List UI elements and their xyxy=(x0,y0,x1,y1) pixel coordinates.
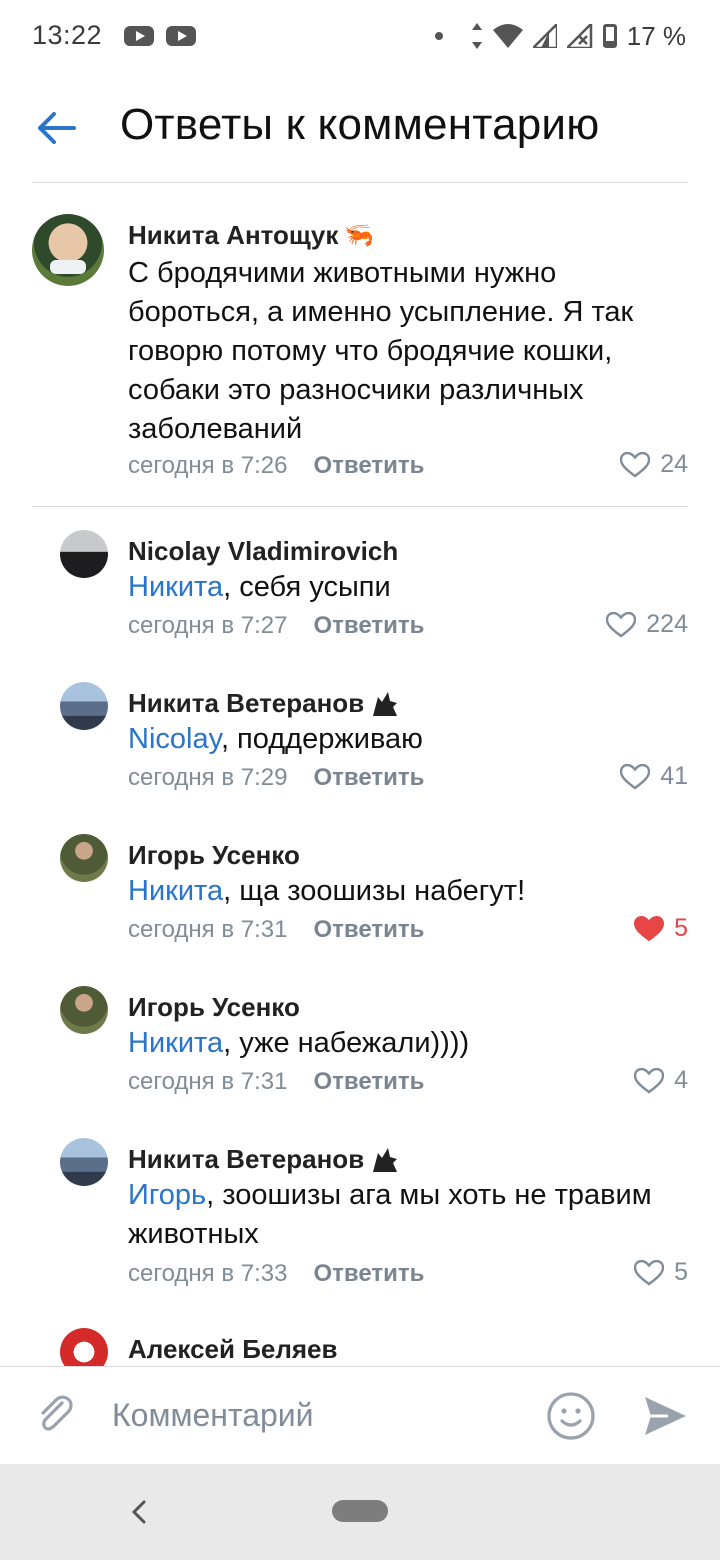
youtube-notification-icon xyxy=(124,26,154,46)
reply-button[interactable]: Ответить xyxy=(313,1068,424,1096)
chevron-left-icon xyxy=(131,1500,146,1524)
like-count: 24 xyxy=(660,450,688,478)
comment-author[interactable]: Никита Ветеранов xyxy=(128,688,400,719)
avatar[interactable] xyxy=(60,986,108,1034)
comment-time: сегодня в 7:31 xyxy=(128,916,288,943)
comment-meta: сегодня в 7:27 Ответить xyxy=(128,612,424,640)
comment-text: С бродячими животными нужно бороться, а … xyxy=(128,257,634,445)
heart-icon xyxy=(634,1067,665,1093)
youtube-notification-icon xyxy=(166,26,196,46)
comment-text: Никита, уже набежали)))) xyxy=(128,1027,470,1059)
wolf-emoji-icon xyxy=(373,1147,398,1172)
battery-icon xyxy=(602,24,617,48)
comment-author-name[interactable]: Алексей Беляев xyxy=(128,1334,338,1365)
avatar[interactable] xyxy=(60,530,108,578)
comment-author-name: Никита Ветеранов xyxy=(128,688,365,718)
comment-input[interactable] xyxy=(112,1389,512,1441)
mention-link[interactable]: Игорь xyxy=(128,1179,206,1211)
avatar[interactable] xyxy=(60,682,108,730)
like-button[interactable]: 5 xyxy=(634,1258,688,1287)
page-title: Ответы к комментарию xyxy=(120,100,600,149)
comment-author-name[interactable]: Игорь Усенко xyxy=(128,992,300,1023)
mention-link[interactable]: Никита xyxy=(128,1027,223,1059)
mention-link[interactable]: Никита xyxy=(128,875,223,907)
system-nav-bar xyxy=(0,1464,720,1560)
comment-text: Игорь, зоошизы ага мы хоть не травим жив… xyxy=(128,1179,652,1250)
heart-icon xyxy=(634,1259,665,1285)
comment-text: Никита, ща зоошизы набегут! xyxy=(128,875,526,907)
like-count: 224 xyxy=(646,610,688,638)
reply-button[interactable]: Ответить xyxy=(313,612,424,640)
divider xyxy=(32,506,688,507)
like-button[interactable]: 5 xyxy=(634,914,688,943)
like-button[interactable]: 4 xyxy=(634,1066,688,1095)
heart-icon xyxy=(606,611,637,637)
divider xyxy=(32,182,688,183)
back-arrow-icon xyxy=(38,112,76,144)
comment-time: сегодня в 7:29 xyxy=(128,764,288,791)
system-home-button[interactable] xyxy=(332,1500,388,1522)
like-count: 41 xyxy=(660,762,688,790)
reply-button[interactable]: Ответить xyxy=(313,452,424,480)
status-bar: 13:22 17 % xyxy=(0,0,720,72)
reply-button[interactable]: Ответить xyxy=(313,1260,424,1288)
send-icon xyxy=(645,1397,686,1435)
data-arrows-icon xyxy=(471,23,482,49)
like-button[interactable]: 41 xyxy=(620,762,688,791)
comment-author-name[interactable]: Игорь Усенко xyxy=(128,840,300,871)
reply-comment: Алексей Беляев xyxy=(0,1328,720,1366)
status-time: 13:22 xyxy=(32,20,103,50)
avatar[interactable] xyxy=(60,1328,108,1366)
comment-author[interactable]: Никита Ветеранов xyxy=(128,1144,400,1175)
heart-filled-icon xyxy=(634,915,665,941)
battery-percent: 17 % xyxy=(626,20,686,51)
comment-author-name: Никита Антощук xyxy=(128,220,339,250)
avatar[interactable] xyxy=(60,1138,108,1186)
signal-no-service-icon xyxy=(566,24,592,48)
comment-time: сегодня в 7:26 xyxy=(128,452,288,479)
mention-link[interactable]: Nicolay xyxy=(128,723,221,755)
comment-meta: сегодня в 7:31 Ответить xyxy=(128,1068,424,1096)
like-count: 4 xyxy=(674,1066,688,1094)
comment-meta: сегодня в 7:31 Ответить xyxy=(128,916,424,944)
comment-time: сегодня в 7:27 xyxy=(128,612,288,639)
heart-icon xyxy=(620,763,651,789)
avatar[interactable] xyxy=(32,214,104,286)
attach-button[interactable] xyxy=(32,1391,80,1439)
comment-text: Никита, себя усыпи xyxy=(128,571,391,603)
wifi-icon xyxy=(492,24,523,48)
notification-dot-icon xyxy=(434,32,443,40)
back-button[interactable] xyxy=(26,98,86,158)
reply-button[interactable]: Ответить xyxy=(313,764,424,792)
reply-button[interactable]: Ответить xyxy=(313,916,424,944)
avatar[interactable] xyxy=(60,834,108,882)
mention-link[interactable]: Никита xyxy=(128,571,223,603)
like-count: 5 xyxy=(674,914,688,942)
like-button[interactable]: 224 xyxy=(606,610,688,639)
shrimp-emoji-icon: 🦐 xyxy=(344,222,375,249)
send-button[interactable] xyxy=(640,1391,690,1441)
smile-icon xyxy=(547,1392,595,1440)
wolf-emoji-icon xyxy=(373,691,398,716)
comment-author-name[interactable]: Nicolay Vladimirovich xyxy=(128,536,398,567)
system-back-button[interactable] xyxy=(124,1492,154,1532)
heart-icon xyxy=(620,451,651,477)
app-header: Ответы к комментарию xyxy=(0,80,720,182)
like-count: 5 xyxy=(674,1258,688,1286)
comment-time: сегодня в 7:31 xyxy=(128,1068,288,1095)
comment-text: Nicolay, поддерживаю xyxy=(128,723,423,755)
paperclip-icon xyxy=(41,1395,73,1431)
comment-meta: сегодня в 7:29 Ответить xyxy=(128,764,424,792)
like-button[interactable]: 24 xyxy=(620,450,688,479)
comment-meta: сегодня в 7:33 Ответить xyxy=(128,1260,424,1288)
comment-author[interactable]: Никита Антощук 🦐 xyxy=(128,220,374,251)
comment-meta: сегодня в 7:26 Ответить xyxy=(128,452,424,480)
comment-author-name: Никита Ветеранов xyxy=(128,1144,365,1174)
emoji-button[interactable] xyxy=(546,1391,596,1441)
signal-icon xyxy=(532,24,557,48)
comment-composer xyxy=(0,1366,720,1464)
comment-time: сегодня в 7:33 xyxy=(128,1260,288,1287)
